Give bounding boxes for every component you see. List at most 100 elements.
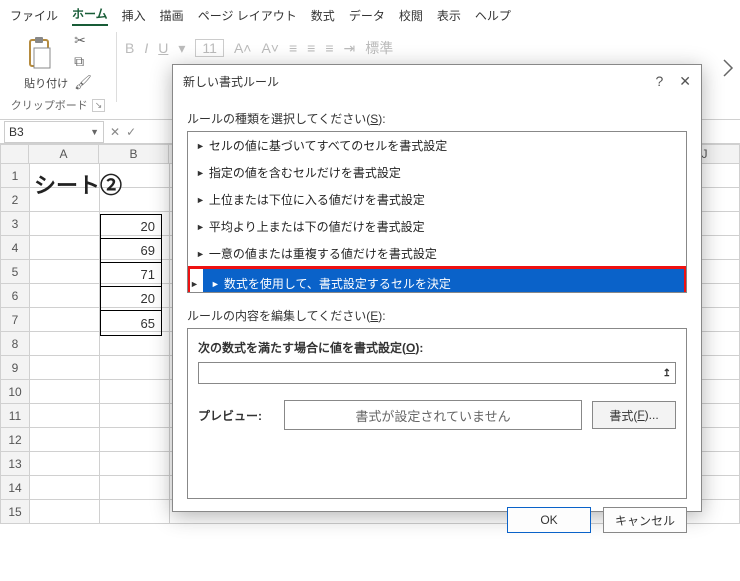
cell-b3[interactable]: 20 [101,215,161,239]
menu-view[interactable]: 表示 [437,7,461,24]
rule-type-item[interactable]: 上位または下位に入る値だけを書式設定 [188,186,686,213]
cell[interactable] [30,356,100,380]
cut-icon[interactable]: ✂ [74,32,92,49]
row-header[interactable]: 13 [0,452,30,476]
row-header[interactable]: 7 [0,308,30,332]
cell[interactable] [30,452,100,476]
cell[interactable] [100,428,170,452]
dialog-title: 新しい書式ルール [183,73,279,90]
rule-type-item[interactable]: 平均より上または下の値だけを書式設定 [188,213,686,240]
rule-desc-label: ルールの内容を編集してください(E): [187,307,687,324]
format-painter-icon[interactable]: 🖌 [74,74,92,91]
cell[interactable] [30,284,100,308]
name-box[interactable]: B3 ▼ [4,121,104,143]
cell[interactable] [30,500,100,524]
copy-icon[interactable]: ⧉ [74,53,92,70]
rule-type-item-selected-inner: 数式を使用して、書式設定するセルを決定 [203,269,684,293]
ribbon-collapse-icon[interactable] [720,56,736,89]
rule-type-item[interactable]: 一意の値または重複する値だけを書式設定 [188,240,686,267]
cell-b5[interactable]: 71 [101,263,161,287]
cell[interactable] [100,188,170,212]
cancel-formula-icon[interactable]: ✕ [110,125,120,139]
menu-draw[interactable]: 描画 [160,7,184,24]
cell[interactable] [30,380,100,404]
cell[interactable] [100,452,170,476]
ribbon-disabled-area: BIU ▾ 11 A˄A˅ ≡≡≡ ⇥ 標準 [125,32,393,58]
select-all-corner[interactable] [0,144,29,164]
cell[interactable] [30,188,100,212]
cell[interactable] [100,380,170,404]
cell[interactable] [30,260,100,284]
menu-bar: ファイル ホーム 挿入 描画 ページ レイアウト 数式 データ 校閲 表示 ヘル… [0,0,740,26]
cell[interactable] [100,356,170,380]
cell[interactable] [30,164,100,188]
formula-input[interactable]: ↥ [198,362,676,384]
rule-type-item[interactable]: 指定の値を含むセルだけを書式設定 [188,159,686,186]
row-header[interactable]: 12 [0,428,30,452]
rule-type-label: ルールの種類を選択してください(S): [187,110,687,127]
rule-desc-box: 次の数式を満たす場合に値を書式設定(O): ↥ プレビュー: 書式が設定されてい… [187,328,687,499]
row-header[interactable]: 15 [0,500,30,524]
menu-formula[interactable]: 数式 [311,7,335,24]
row-header[interactable]: 1 [0,164,30,188]
row-header[interactable]: 2 [0,188,30,212]
name-box-value: B3 [9,125,24,139]
chevron-down-icon: ▼ [90,127,99,137]
menu-insert[interactable]: 挿入 [122,7,146,24]
ribbon-separator [116,32,117,102]
menu-data[interactable]: データ [349,7,385,24]
close-icon[interactable]: ✕ [679,73,691,90]
preview-label: プレビュー: [198,407,274,424]
cell[interactable] [100,404,170,428]
col-header-B[interactable]: B [99,144,169,164]
col-header-A[interactable]: A [29,144,99,164]
menu-help[interactable]: ヘルプ [475,7,511,24]
row-header[interactable]: 9 [0,356,30,380]
row-header[interactable]: 4 [0,236,30,260]
new-formatting-rule-dialog: 新しい書式ルール ? ✕ ルールの種類を選択してください(S): セルの値に基づ… [172,64,702,512]
help-icon[interactable]: ? [655,73,663,90]
rule-type-item[interactable]: セルの値に基づいてすべてのセルを書式設定 [188,132,686,159]
cell-b6[interactable]: 20 [101,287,161,311]
clipboard-group: 貼り付け ✂ ⧉ 🖌 クリップボード ↘ [8,32,108,113]
range-selector-icon[interactable]: ↥ [663,368,671,379]
cell[interactable] [30,332,100,356]
cell[interactable] [30,428,100,452]
row-header[interactable]: 11 [0,404,30,428]
cell[interactable] [30,212,100,236]
formula-heading: 次の数式を満たす場合に値を書式設定(O): [198,339,676,356]
clipboard-launcher-icon[interactable]: ↘ [92,99,106,112]
rule-type-item-selected[interactable]: 数式を使用して、書式設定するセルを決定 [187,266,687,293]
cell[interactable] [100,476,170,500]
cell[interactable] [30,404,100,428]
cell[interactable] [100,164,170,188]
row-header[interactable]: 10 [0,380,30,404]
cell[interactable] [30,476,100,500]
cell-b4[interactable]: 69 [101,239,161,263]
dialog-titlebar[interactable]: 新しい書式ルール ? ✕ [173,65,701,98]
paste-label: 貼り付け [24,75,68,91]
cell[interactable] [30,308,100,332]
row-header[interactable]: 5 [0,260,30,284]
enter-formula-icon[interactable]: ✓ [126,125,136,139]
row-header[interactable]: 8 [0,332,30,356]
menu-layout[interactable]: ページ レイアウト [198,7,297,24]
format-button[interactable]: 書式(F)... [592,401,676,429]
clipboard-icon [26,36,54,70]
preview-box: 書式が設定されていません [284,400,582,430]
menu-home[interactable]: ホーム [72,5,108,26]
cancel-button[interactable]: キャンセル [603,507,687,533]
paste-button[interactable]: 貼り付け [24,33,68,91]
cell[interactable] [100,500,170,524]
ok-button[interactable]: OK [507,507,591,533]
menu-review[interactable]: 校閲 [399,7,423,24]
menu-file[interactable]: ファイル [10,7,58,24]
row-header[interactable]: 3 [0,212,30,236]
row-header[interactable]: 14 [0,476,30,500]
cell[interactable] [30,236,100,260]
data-range: 20 69 71 20 65 [100,214,162,336]
cell-b7[interactable]: 65 [101,311,161,335]
row-header[interactable]: 6 [0,284,30,308]
clipboard-caption: クリップボード [11,97,88,113]
rule-type-list[interactable]: セルの値に基づいてすべてのセルを書式設定 指定の値を含むセルだけを書式設定 上位… [187,131,687,293]
